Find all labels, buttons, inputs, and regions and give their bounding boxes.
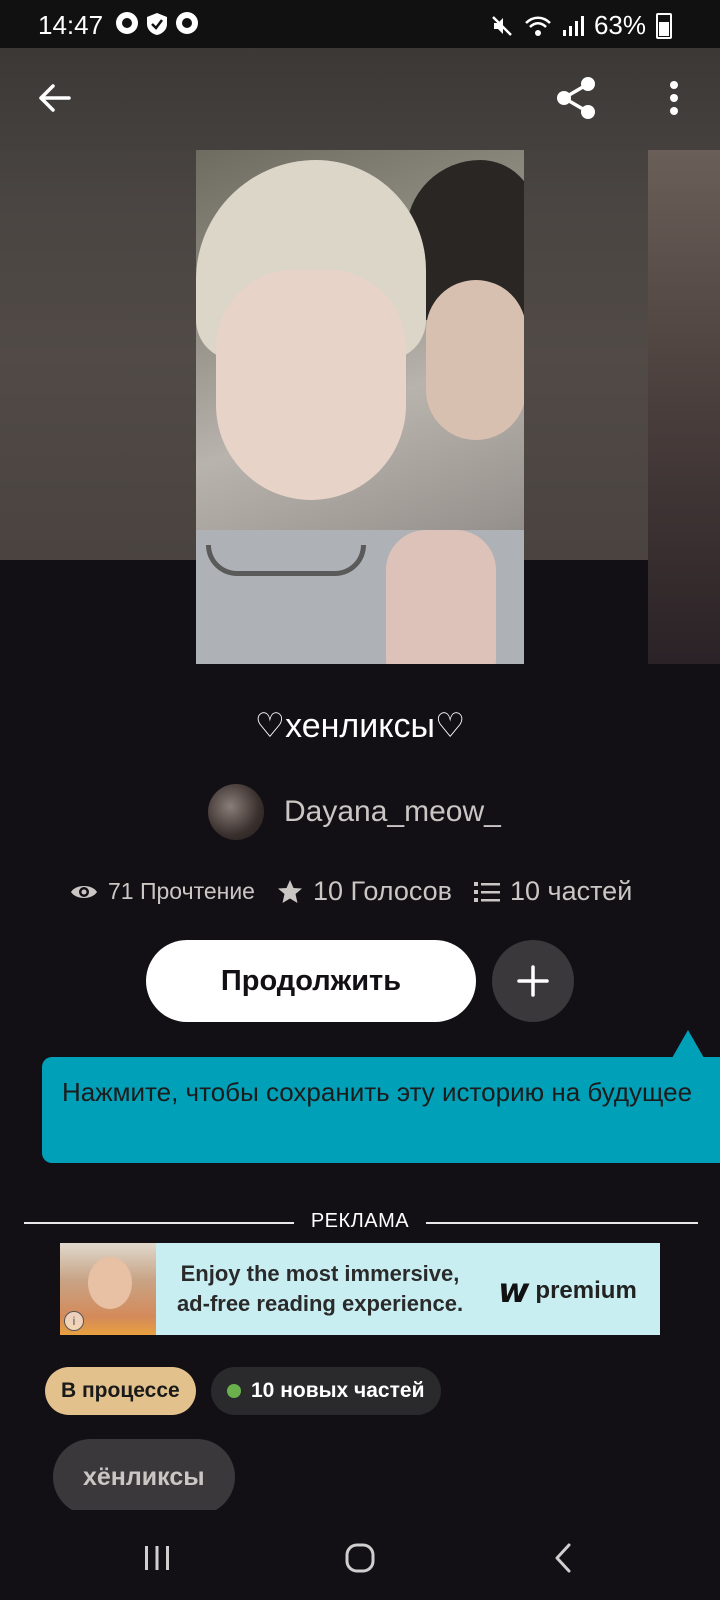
- mute-icon: [492, 15, 512, 36]
- tag-chip[interactable]: хёнликсы: [53, 1439, 235, 1515]
- new-parts-badge: 10 новых частей: [211, 1367, 441, 1415]
- author-link[interactable]: Dayana_meow_: [208, 784, 501, 840]
- author-avatar: [208, 784, 264, 840]
- signal-icon: [562, 15, 584, 36]
- story-title: ♡хенликсы♡: [254, 707, 466, 745]
- eye-icon: [71, 885, 97, 898]
- star-icon: [277, 879, 302, 903]
- votes-stat: 10 Голосов: [277, 876, 452, 907]
- add-to-library-button[interactable]: [492, 940, 574, 1022]
- status-notification-icons: [116, 12, 198, 36]
- share-icon: [557, 77, 595, 119]
- story-stats: 71 Прочтение 10 Голосов 10 частей: [70, 876, 632, 907]
- more-vertical-icon: [670, 81, 678, 115]
- tooltip-text: Нажмите, чтобы сохранить эту историю на …: [62, 1077, 693, 1107]
- status-time: 14:47: [38, 10, 104, 40]
- votes-count: 10 Голосов: [312, 876, 452, 906]
- new-parts-label: 10 новых частей: [251, 1379, 425, 1402]
- save-story-tooltip[interactable]: Нажмите, чтобы сохранить эту историю на …: [42, 1057, 720, 1163]
- reads-count: 71 Прочтение: [108, 878, 255, 904]
- back-icon: [555, 1543, 571, 1573]
- back-arrow-icon: [39, 84, 71, 112]
- ad-text-line-2: ad-free reading experience.: [176, 1291, 464, 1316]
- ad-banner[interactable]: i Enjoy the most immersive, ad-free read…: [60, 1243, 660, 1335]
- new-parts-dot: [227, 1384, 241, 1398]
- ad-brand-logo: w premium: [498, 1271, 637, 1311]
- wifi-icon: [525, 16, 551, 36]
- tooltip-pointer: [672, 1030, 704, 1058]
- home-icon: [345, 1543, 375, 1573]
- ad-label: РЕКЛАМА: [310, 1210, 410, 1232]
- recents-icon: [145, 1546, 169, 1570]
- recents-button[interactable]: [132, 1536, 182, 1580]
- author-name: Dayana_meow_: [284, 795, 501, 828]
- chrome-icon: [176, 12, 198, 34]
- system-back-button[interactable]: [538, 1536, 588, 1580]
- next-story-cover-image[interactable]: [648, 150, 720, 664]
- ad-text-line-1: Enjoy the most immersive,: [180, 1261, 460, 1286]
- status-system-icons: 63%: [490, 10, 672, 41]
- back-button[interactable]: [26, 70, 82, 126]
- battery-percent: 63%: [593, 10, 646, 40]
- share-button[interactable]: [548, 70, 604, 126]
- story-cover-image[interactable]: [196, 150, 524, 664]
- chrome-icon: [116, 12, 138, 34]
- battery-icon: [656, 12, 672, 39]
- ad-text: Enjoy the most immersive, ad-free readin…: [160, 1259, 480, 1319]
- continue-reading-button[interactable]: Продолжить: [146, 940, 476, 1022]
- more-options-button[interactable]: [646, 70, 702, 126]
- wattpad-logo-icon: w: [498, 1271, 530, 1311]
- parts-stat: 10 частей: [474, 876, 632, 907]
- home-button[interactable]: [335, 1536, 385, 1580]
- reads-stat: 71 Прочтение: [70, 878, 255, 905]
- ad-brand-name: premium: [535, 1277, 637, 1304]
- plus-icon: [517, 965, 549, 997]
- shield-check-icon: [147, 13, 167, 35]
- parts-count: 10 частей: [510, 876, 633, 906]
- list-icon: [474, 881, 500, 902]
- ad-info-icon[interactable]: i: [64, 1311, 84, 1331]
- status-badge: В процессе: [45, 1367, 196, 1415]
- status-bar: 14:47 63%: [0, 0, 720, 48]
